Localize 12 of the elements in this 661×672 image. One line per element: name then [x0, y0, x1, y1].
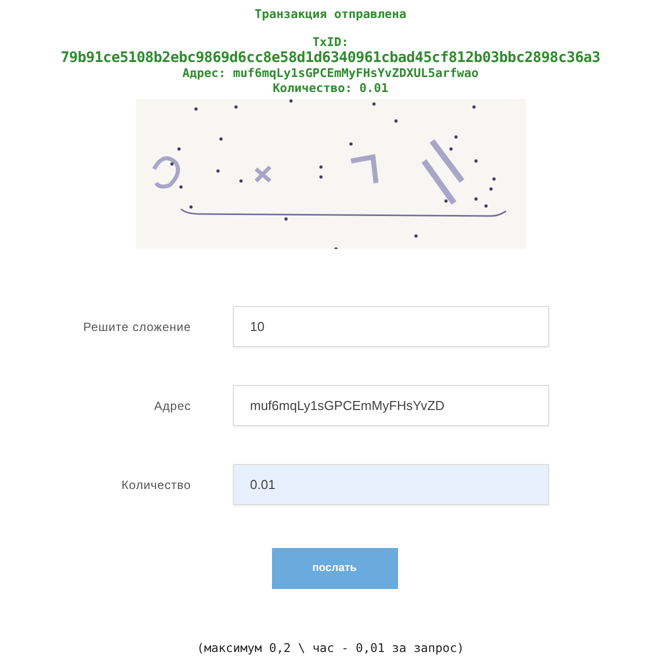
amount-text: Количество: 0.01: [272, 81, 388, 96]
field-label: Решите сложение: [82, 318, 191, 336]
address-text: Адрес: muf6mqLy1sGPCEmMyFHsYvZDXUL5arfwao: [182, 66, 479, 81]
input-field[interactable]: 10: [233, 306, 549, 347]
limit-note: (максимум 0,2 \ час - 0,01 за запрос): [196, 640, 464, 657]
field-label: Адрес: [153, 398, 191, 414]
txid-label: TxID:: [312, 34, 349, 50]
status-title: Транзакция отправлена: [254, 6, 406, 22]
input-field[interactable]: 0.01: [233, 464, 549, 505]
input-field[interactable]: muf6mqLy1sGPCEmMyFHsYvZD: [233, 385, 549, 426]
transaction-id: 79b91ce5108b2ebc9869d6cc8e58d1d6340961cbad45cf812b03bbc2898c36a3: [60, 50, 600, 66]
field-label: Количество: [120, 476, 191, 494]
